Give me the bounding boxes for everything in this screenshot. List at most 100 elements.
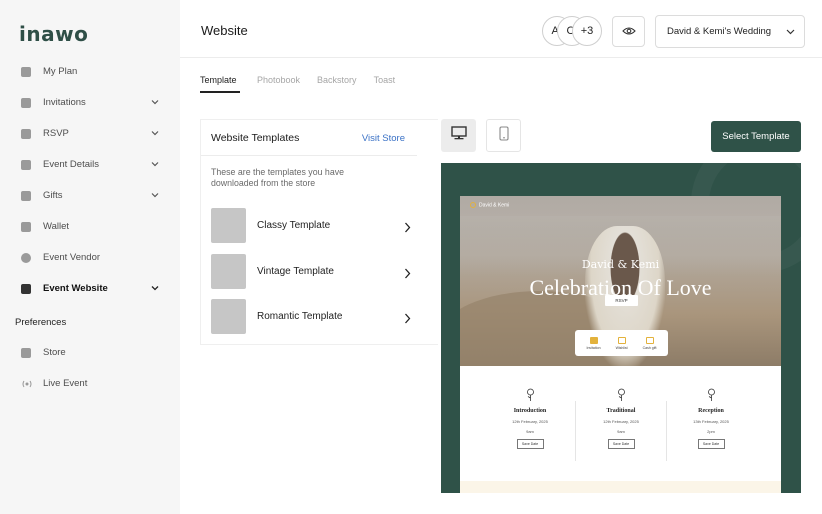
desktop-view-button[interactable] xyxy=(441,119,476,152)
sidebar-item-event-details[interactable]: Event Details xyxy=(0,149,180,180)
event-selector[interactable]: David & Kemi's Wedding xyxy=(655,15,805,48)
chevron-down-icon xyxy=(151,98,159,106)
sidebar-item-my-plan[interactable]: My Plan xyxy=(0,56,180,87)
template-thumbnail xyxy=(211,208,246,243)
templates-description: These are the templates you have downloa… xyxy=(211,167,345,188)
chevron-down-icon xyxy=(151,129,159,137)
template-item-romantic[interactable]: Romantic Template xyxy=(211,299,411,334)
rose-icon xyxy=(617,388,626,402)
template-thumbnail xyxy=(211,299,246,334)
tab-template[interactable]: Template xyxy=(200,72,240,93)
chevron-right-icon xyxy=(404,266,411,284)
rsvp-icon xyxy=(21,128,31,139)
sidebar-item-label: Event Vendor xyxy=(43,252,101,263)
template-item-classy[interactable]: Classy Template xyxy=(211,208,411,243)
chevron-right-icon xyxy=(404,311,411,329)
sidebar-item-label: Live Event xyxy=(43,378,88,389)
eye-icon xyxy=(621,23,636,41)
logo[interactable]: inawo xyxy=(19,22,88,46)
preview-footer-band xyxy=(460,481,781,493)
quick-links-pill: Invitation Wishlist Cash gift xyxy=(575,330,668,356)
event-time: 9am xyxy=(526,429,534,434)
sidebar-item-label: Event Website xyxy=(43,283,108,294)
pill-item-invitation: Invitation xyxy=(587,336,601,350)
save-date-button: Save Date xyxy=(516,439,544,449)
sidebar-item-label: Wallet xyxy=(43,221,70,232)
sidebar-item-gifts[interactable]: Gifts xyxy=(0,180,180,211)
template-name: Classy Template xyxy=(257,220,331,231)
gift-icon xyxy=(21,190,31,201)
preview-button[interactable] xyxy=(612,16,645,47)
wishlist-icon xyxy=(617,336,626,344)
pill-item-cash-gift: Cash gift xyxy=(643,336,656,350)
sidebar-item-rsvp[interactable]: RSVP xyxy=(0,118,180,149)
preview-navbar: David & Kemi xyxy=(460,196,781,216)
couple-names: David & Kemi xyxy=(581,258,660,271)
store-icon xyxy=(21,347,31,358)
cash-gift-icon xyxy=(645,336,654,344)
tab-backstory[interactable]: Backstory xyxy=(317,72,357,93)
rsvp-button: RSVP xyxy=(605,295,638,306)
page-title: Website xyxy=(201,23,248,38)
sidebar-nav: My Plan Invitations RSVP Event Details G… xyxy=(0,56,180,304)
avatar-more-count[interactable]: +3 xyxy=(572,16,602,46)
sidebar-item-event-vendor[interactable]: Event Vendor xyxy=(0,242,180,273)
template-name: Romantic Template xyxy=(257,311,343,322)
event-name: Traditional xyxy=(606,408,636,414)
template-item-vintage[interactable]: Vintage Template xyxy=(211,254,411,289)
event-date: 13th February, 2025 xyxy=(693,419,729,424)
event-date: 12th February, 2025 xyxy=(512,419,548,424)
sidebar-item-label: Event Details xyxy=(43,159,99,170)
plan-icon xyxy=(21,66,31,77)
preferences-nav: Store Live Event xyxy=(0,337,180,399)
event-card-introduction: Introduction 12th February, 2025 9am Sav… xyxy=(485,388,575,449)
website-icon xyxy=(21,283,31,294)
event-name: Reception xyxy=(698,408,724,414)
sidebar-item-label: Store xyxy=(43,347,66,358)
sidebar-item-event-website[interactable]: Event Website xyxy=(0,273,180,304)
wallet-icon xyxy=(21,221,31,232)
select-template-button[interactable]: Select Template xyxy=(711,121,801,152)
app-root: inawo My Plan Invitations RSVP Event Det… xyxy=(0,0,822,514)
visit-store-link[interactable]: Visit Store xyxy=(362,133,405,144)
invitation-icon xyxy=(589,336,598,344)
sidebar-item-store[interactable]: Store xyxy=(0,337,180,368)
live-event-icon xyxy=(21,379,32,389)
templates-panel: Website Templates Visit Store These are … xyxy=(200,119,438,345)
chevron-right-icon xyxy=(404,220,411,238)
template-name: Vintage Template xyxy=(257,266,334,277)
event-name: Introduction xyxy=(513,408,547,414)
event-card-reception: Reception 13th February, 2025 2pm Save D… xyxy=(666,388,756,449)
desktop-icon xyxy=(450,126,467,145)
vendor-icon xyxy=(21,252,31,263)
collaborator-avatars[interactable]: A( CI +3 xyxy=(542,16,602,46)
preview-brand-text: David & Kemi xyxy=(479,202,510,209)
chevron-down-icon xyxy=(151,191,159,199)
divider xyxy=(201,155,417,156)
sidebar-item-invitations[interactable]: Invitations xyxy=(0,87,180,118)
tab-photobook[interactable]: Photobook xyxy=(257,72,300,93)
save-date-button: Save Date xyxy=(697,439,725,449)
rose-icon xyxy=(526,388,535,402)
event-date: 12th February, 2025 xyxy=(603,419,639,424)
mobile-icon xyxy=(498,125,509,146)
invitation-icon xyxy=(21,97,31,108)
website-tabs: Template Photobook Backstory Toast xyxy=(200,72,412,94)
top-header: Website A( CI +3 David & Kemi's Wedding xyxy=(180,0,822,58)
save-date-button: Save Date xyxy=(607,439,635,449)
sidebar-item-label: My Plan xyxy=(43,66,78,77)
sidebar-item-label: Invitations xyxy=(43,97,86,108)
event-time: 2pm xyxy=(707,429,715,434)
hero-section: David & Kemi David & Kemi Celebration Of… xyxy=(460,196,781,381)
template-thumbnail xyxy=(211,254,246,289)
mobile-view-button[interactable] xyxy=(486,119,521,152)
sidebar-item-wallet[interactable]: Wallet xyxy=(0,211,180,242)
chevron-down-icon xyxy=(151,160,159,168)
tab-toast[interactable]: Toast xyxy=(374,72,396,93)
ring-icon xyxy=(470,202,476,208)
preview-frame: David & Kemi David & Kemi Celebration Of… xyxy=(460,196,781,493)
chevron-down-icon xyxy=(151,284,159,292)
sidebar-item-live-event[interactable]: Live Event xyxy=(0,368,180,399)
event-card-traditional: Traditional 12th February, 2025 9am Save… xyxy=(576,388,666,449)
website-preview: David & Kemi David & Kemi Celebration Of… xyxy=(441,163,801,493)
